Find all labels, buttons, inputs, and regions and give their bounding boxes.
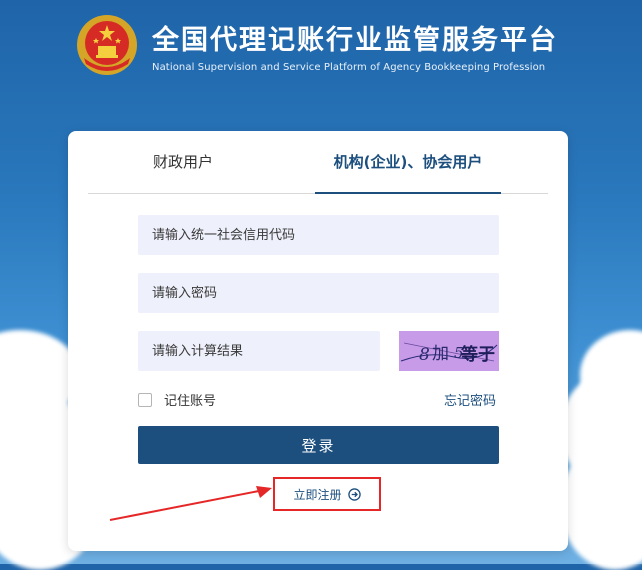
captcha-answer-input[interactable] [138, 331, 380, 371]
captcha-char-4: 等于 [461, 344, 495, 365]
site-title: 全国代理记账行业监管服务平台 [152, 25, 558, 56]
captcha-image[interactable]: 8 加 5 等于 [399, 331, 499, 371]
forgot-password-link[interactable]: 忘记密码 [444, 390, 496, 409]
register-link[interactable]: 立即注册 [273, 477, 381, 511]
arrow-right-circle-icon [347, 487, 361, 501]
password-input[interactable] [138, 273, 499, 313]
login-button[interactable]: 登录 [138, 426, 499, 464]
national-emblem-icon [76, 14, 138, 76]
site-header: 全国代理记账行业监管服务平台 National Supervision and … [76, 14, 558, 84]
register-label: 立即注册 [293, 487, 342, 502]
user-type-tabs: 财政用户 机构(企业)、协会用户 [88, 131, 548, 194]
remember-account[interactable]: 记住账号 [138, 390, 216, 409]
captcha-char-2: 加 [432, 344, 449, 364]
captcha-char-1: 8 [419, 345, 430, 365]
login-card: 财政用户 机构(企业)、协会用户 8 加 5 等于 记住账号 忘记密码 登录 立… [68, 131, 568, 551]
tab-finance-user[interactable]: 财政用户 [128, 131, 238, 193]
credit-code-input[interactable] [138, 215, 499, 255]
remember-label: 记住账号 [164, 394, 217, 409]
site-subtitle: National Supervision and Service Platfor… [152, 62, 546, 73]
tab-institution-association-user[interactable]: 机构(企业)、协会用户 [315, 131, 501, 194]
remember-checkbox[interactable] [138, 392, 152, 407]
